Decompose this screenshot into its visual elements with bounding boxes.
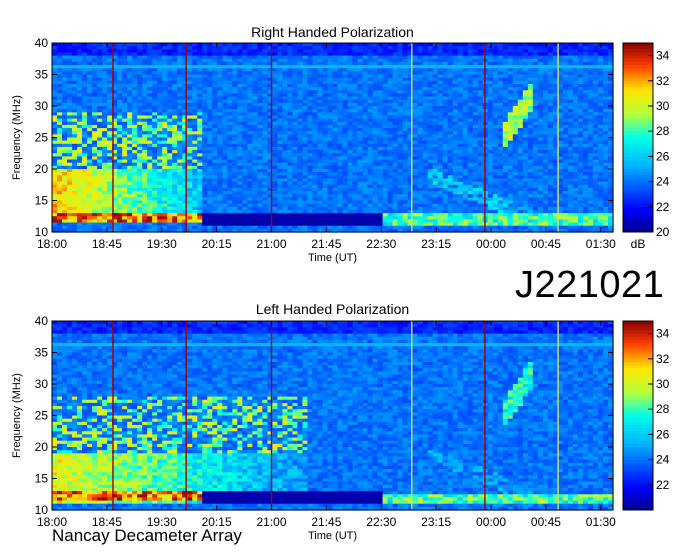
heatmap-cells (52, 43, 614, 233)
spectrum-panel-right: Right Handed Polarization18:00 18:45 19:30… (11, 24, 670, 264)
